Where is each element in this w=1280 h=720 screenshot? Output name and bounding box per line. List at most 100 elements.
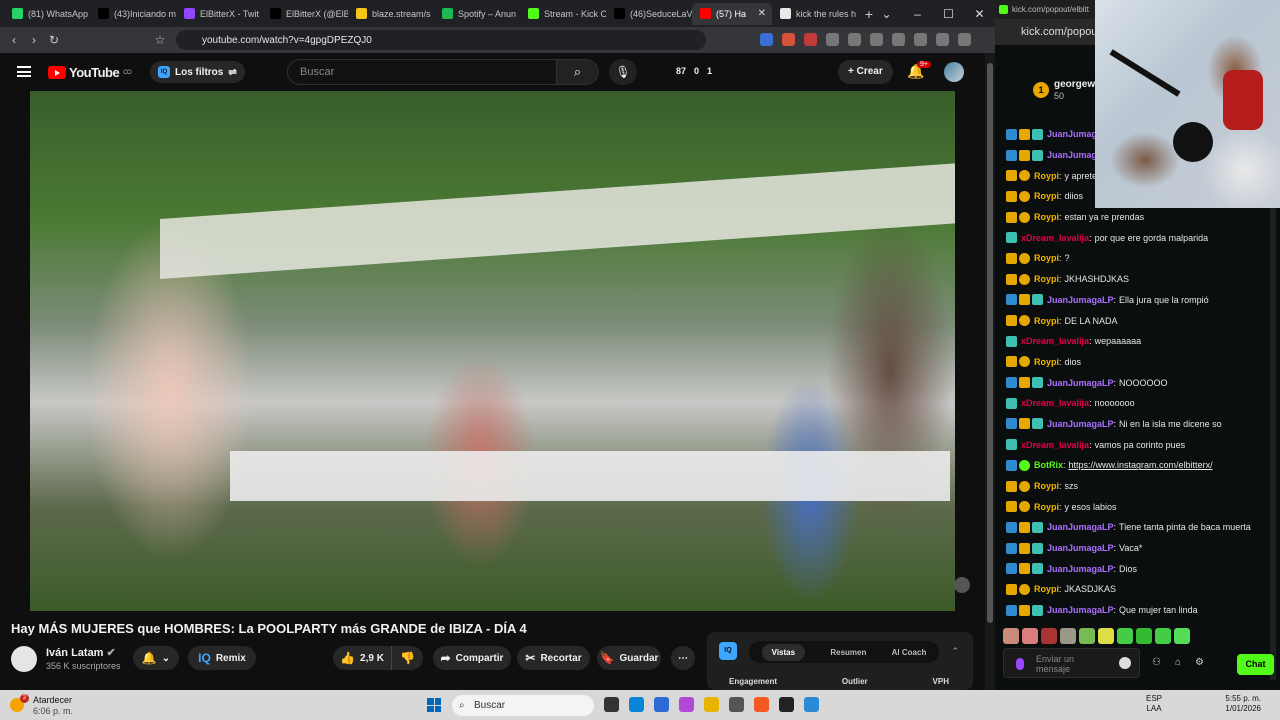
copilot-icon[interactable] [679, 697, 694, 712]
video-player[interactable] [30, 91, 955, 611]
dislike-button[interactable]: 👎 [391, 646, 423, 670]
subscribed-bell-button[interactable]: 🔔 ⌄ [133, 646, 179, 670]
users-icon[interactable]: ⚇ [1152, 657, 1161, 668]
extension-icon[interactable] [782, 33, 795, 46]
emote-icon[interactable] [1003, 628, 1019, 644]
back-button[interactable]: ‹ [4, 33, 24, 47]
chat-username[interactable]: Roypi [1034, 481, 1059, 491]
chat-username[interactable]: Roypi [1034, 502, 1059, 512]
translate-icon[interactable] [760, 33, 773, 46]
menu-icon[interactable] [958, 33, 971, 46]
browser-tab[interactable]: Spotify – Anun [434, 3, 520, 25]
close-tab-icon[interactable]: ✕ [758, 8, 766, 19]
emote-icon[interactable] [1155, 628, 1171, 644]
extension-icon[interactable] [804, 33, 817, 46]
taskbar-search[interactable]: ⌕ Buscar [452, 695, 594, 716]
chat-username[interactable]: xDream_lavalija [1021, 440, 1089, 450]
scrollbar-thumb[interactable] [987, 63, 993, 623]
chat-username[interactable]: Roypi [1034, 274, 1059, 284]
emote-icon[interactable] [1079, 628, 1095, 644]
minimize-button[interactable]: – [902, 7, 933, 21]
forward-button[interactable]: › [24, 33, 44, 47]
chat-username[interactable]: Roypi [1034, 171, 1059, 181]
language-indicator[interactable]: ESP LAA [1146, 694, 1162, 714]
pinned-user[interactable]: georgew [1054, 79, 1095, 90]
vidiq-tab-views[interactable]: Vistas [761, 643, 806, 661]
file-explorer-icon[interactable] [704, 697, 719, 712]
browser-tab[interactable]: (81) WhatsApp [4, 3, 90, 25]
page-scrollbar[interactable] [985, 53, 995, 690]
chat-username[interactable]: JuanJumagaLP [1047, 295, 1114, 305]
chat-username[interactable]: xDream_lavalija [1021, 233, 1089, 243]
app-icon[interactable] [804, 697, 819, 712]
chat-message-input[interactable]: Enviar un mensaje [1003, 648, 1140, 678]
chat-username[interactable]: JuanJumagaLP [1047, 543, 1114, 553]
vidiq-tab-summary[interactable]: Resumen [830, 648, 866, 657]
browser-tab[interactable]: blaze.stream/s [348, 3, 434, 25]
bookmark-icon[interactable]: ☆ [150, 33, 170, 47]
music-icon[interactable] [870, 33, 883, 46]
extension-icon[interactable] [914, 33, 927, 46]
browser-tab[interactable]: ElBitterX - Twit [176, 3, 262, 25]
emote-icon[interactable] [1041, 628, 1057, 644]
emote-icon[interactable] [1174, 628, 1190, 644]
edge-icon[interactable] [629, 697, 644, 712]
app-icon[interactable] [654, 697, 669, 712]
hamburger-menu-icon[interactable] [17, 66, 31, 77]
channel-name[interactable]: Iván Latam ✔ [46, 646, 116, 659]
save-button[interactable]: 🔖 Guardar [597, 646, 661, 670]
account-avatar[interactable] [944, 62, 964, 82]
sidebar-icon[interactable] [892, 33, 905, 46]
chat-username[interactable]: xDream_lavalija [1021, 336, 1089, 346]
remix-button[interactable]: IQ Remix [188, 646, 256, 670]
clip-button[interactable]: ✂ Recortar [517, 646, 590, 670]
more-actions-button[interactable]: ⋯ [671, 646, 695, 670]
share-button[interactable]: ➦ Compartir [433, 646, 511, 670]
close-window-button[interactable]: ✕ [964, 7, 995, 21]
app-icon[interactable] [779, 697, 794, 712]
reload-button[interactable]: ↻ [44, 33, 64, 47]
chat-link[interactable]: https://www.instagram.com/elbitterx/ [1069, 460, 1213, 470]
chat-username[interactable]: BotRix [1034, 460, 1063, 470]
chat-username[interactable]: Roypi [1034, 357, 1059, 367]
url-input[interactable]: youtube.com/watch?v=4gpgDPEZQJ0 [176, 30, 706, 50]
chat-username[interactable]: Roypi [1034, 584, 1059, 594]
video-overlay-button[interactable] [954, 577, 970, 593]
browser-tab[interactable]: (43)Iniciando m [90, 3, 176, 25]
filters-button[interactable]: IQ Los filtros ⇌ [150, 61, 245, 83]
app-icon[interactable] [729, 697, 744, 712]
emote-icon[interactable] [1098, 628, 1114, 644]
youtube-logo[interactable]: YouTube CO [48, 65, 132, 80]
browser-tab[interactable]: (46)SeduceLaV [606, 3, 692, 25]
chat-username[interactable]: JuanJumagaLP [1047, 564, 1114, 574]
emote-icon[interactable] [1117, 628, 1133, 644]
system-clock[interactable]: 5:55 p. m. 1/01/2026 [1213, 694, 1261, 714]
shield-icon[interactable] [936, 33, 949, 46]
chat-username[interactable]: JuanJumagaLP [1047, 378, 1114, 388]
chevron-up-icon[interactable]: ⌃ [951, 646, 959, 657]
chat-username[interactable]: JuanJumagaLP [1047, 419, 1114, 429]
browser-tab[interactable]: kick the rules h [772, 3, 858, 25]
create-button[interactable]: + Crear [838, 60, 893, 84]
microphone-icon[interactable] [1016, 658, 1024, 670]
emoji-icon[interactable] [1119, 657, 1131, 669]
task-view-icon[interactable] [604, 697, 619, 712]
gear-icon[interactable]: ⚙ [1195, 657, 1204, 668]
emote-icon[interactable] [1060, 628, 1076, 644]
chat-username[interactable]: Roypi [1034, 191, 1059, 201]
browser-tab[interactable]: (57) Ha ✕ [692, 2, 772, 25]
chat-username[interactable]: xDream_lavalija [1021, 398, 1089, 408]
voice-search-button[interactable]: 🎙 [609, 59, 637, 85]
chat-username[interactable]: Roypi [1034, 253, 1059, 263]
emote-icon[interactable] [1136, 628, 1152, 644]
brave-icon[interactable] [754, 697, 769, 712]
search-button[interactable]: ⌕ [557, 59, 599, 85]
search-input[interactable]: Buscar [287, 59, 557, 85]
channel-avatar[interactable] [11, 646, 37, 672]
puzzle-icon[interactable] [826, 33, 839, 46]
emote-icon[interactable] [1022, 628, 1038, 644]
windows-start-icon[interactable] [427, 698, 441, 712]
chevron-down-icon[interactable]: ⌄ [871, 7, 902, 21]
chat-username[interactable]: Roypi [1034, 212, 1059, 222]
extension-icon[interactable] [848, 33, 861, 46]
